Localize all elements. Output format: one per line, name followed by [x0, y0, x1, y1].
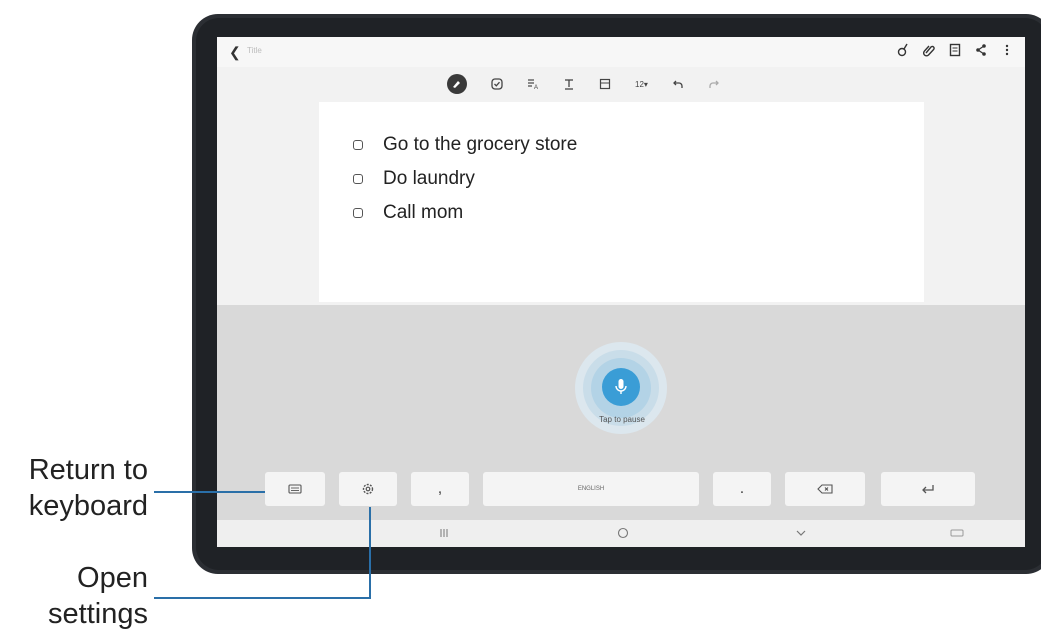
open-settings-callout: Open settings: [0, 560, 148, 632]
chevron-down-icon[interactable]: [795, 527, 807, 542]
layout-icon[interactable]: [599, 75, 611, 93]
undo-icon[interactable]: [672, 75, 684, 93]
text-style-icon[interactable]: A: [527, 75, 539, 93]
checkbox[interactable]: [353, 174, 363, 184]
back-arrow-icon[interactable]: ❮: [229, 44, 241, 61]
callout-label-line: keyboard: [28, 490, 148, 522]
voice-status-label: Tap to pause: [599, 415, 645, 424]
callout-leader-line: [154, 597, 371, 599]
keyboard-icon: [288, 484, 302, 494]
backspace-key[interactable]: [785, 472, 865, 506]
space-bar[interactable]: ENGLISH: [483, 472, 699, 506]
checklist-item-text: Go to the grocery store: [383, 134, 578, 155]
keyboard-switch-icon[interactable]: [950, 527, 964, 542]
handwriting-icon[interactable]: [447, 74, 467, 94]
font-size-selector[interactable]: 12▾: [635, 75, 648, 93]
enter-key[interactable]: [881, 472, 975, 506]
home-icon[interactable]: [617, 527, 629, 542]
checkbox[interactable]: [353, 208, 363, 218]
checkbox-icon[interactable]: [491, 75, 503, 93]
microphone-button[interactable]: [602, 368, 640, 406]
checkbox[interactable]: [353, 140, 363, 150]
checklist-item-text: Do laundry: [383, 168, 475, 189]
gear-icon: [362, 483, 374, 495]
callout-label-line: settings: [48, 598, 148, 630]
note-title-field[interactable]: Title: [247, 46, 262, 55]
return-to-keyboard-callout: Return to keyboard: [0, 452, 148, 524]
checklist-item[interactable]: Do laundry: [353, 168, 475, 190]
page-icon[interactable]: [949, 43, 961, 57]
space-bar-label: ENGLISH: [577, 486, 605, 492]
pen-icon[interactable]: [897, 43, 909, 57]
period-key[interactable]: .: [713, 472, 771, 506]
checklist-item[interactable]: Call mom: [353, 202, 463, 224]
note-body[interactable]: Go to the grocery store Do laundry Call …: [319, 102, 924, 302]
attach-icon[interactable]: [923, 43, 935, 57]
system-navigation-bar: [217, 520, 1025, 547]
callout-label-line: Return to: [28, 454, 148, 486]
redo-icon[interactable]: [708, 75, 720, 93]
app-top-bar: ❮ Title: [217, 37, 1025, 67]
text-format-icon[interactable]: [563, 75, 575, 93]
comma-key[interactable]: ,: [411, 472, 469, 506]
more-icon[interactable]: [1001, 43, 1013, 57]
enter-icon: [922, 485, 934, 494]
settings-button[interactable]: [339, 472, 397, 506]
top-actions: [897, 43, 1013, 57]
voice-input-panel: Tap to pause: [217, 305, 1025, 547]
formatting-toolbar: A 12▾: [447, 73, 720, 95]
return-to-keyboard-button[interactable]: [265, 472, 325, 506]
checklist-item[interactable]: Go to the grocery store: [353, 134, 577, 156]
callout-leader-line: [369, 507, 371, 599]
share-icon[interactable]: [975, 43, 987, 57]
tablet-screen: ❮ Title A 12▾ Go to the grocery store Do…: [217, 37, 1025, 547]
microphone-icon: [615, 379, 627, 394]
svg-text:A: A: [534, 85, 538, 90]
callout-label-line: Open: [77, 562, 148, 594]
callout-leader-line: [154, 491, 265, 493]
recent-apps-icon[interactable]: [439, 527, 449, 542]
backspace-icon: [817, 484, 833, 494]
checklist-item-text: Call mom: [383, 202, 464, 223]
